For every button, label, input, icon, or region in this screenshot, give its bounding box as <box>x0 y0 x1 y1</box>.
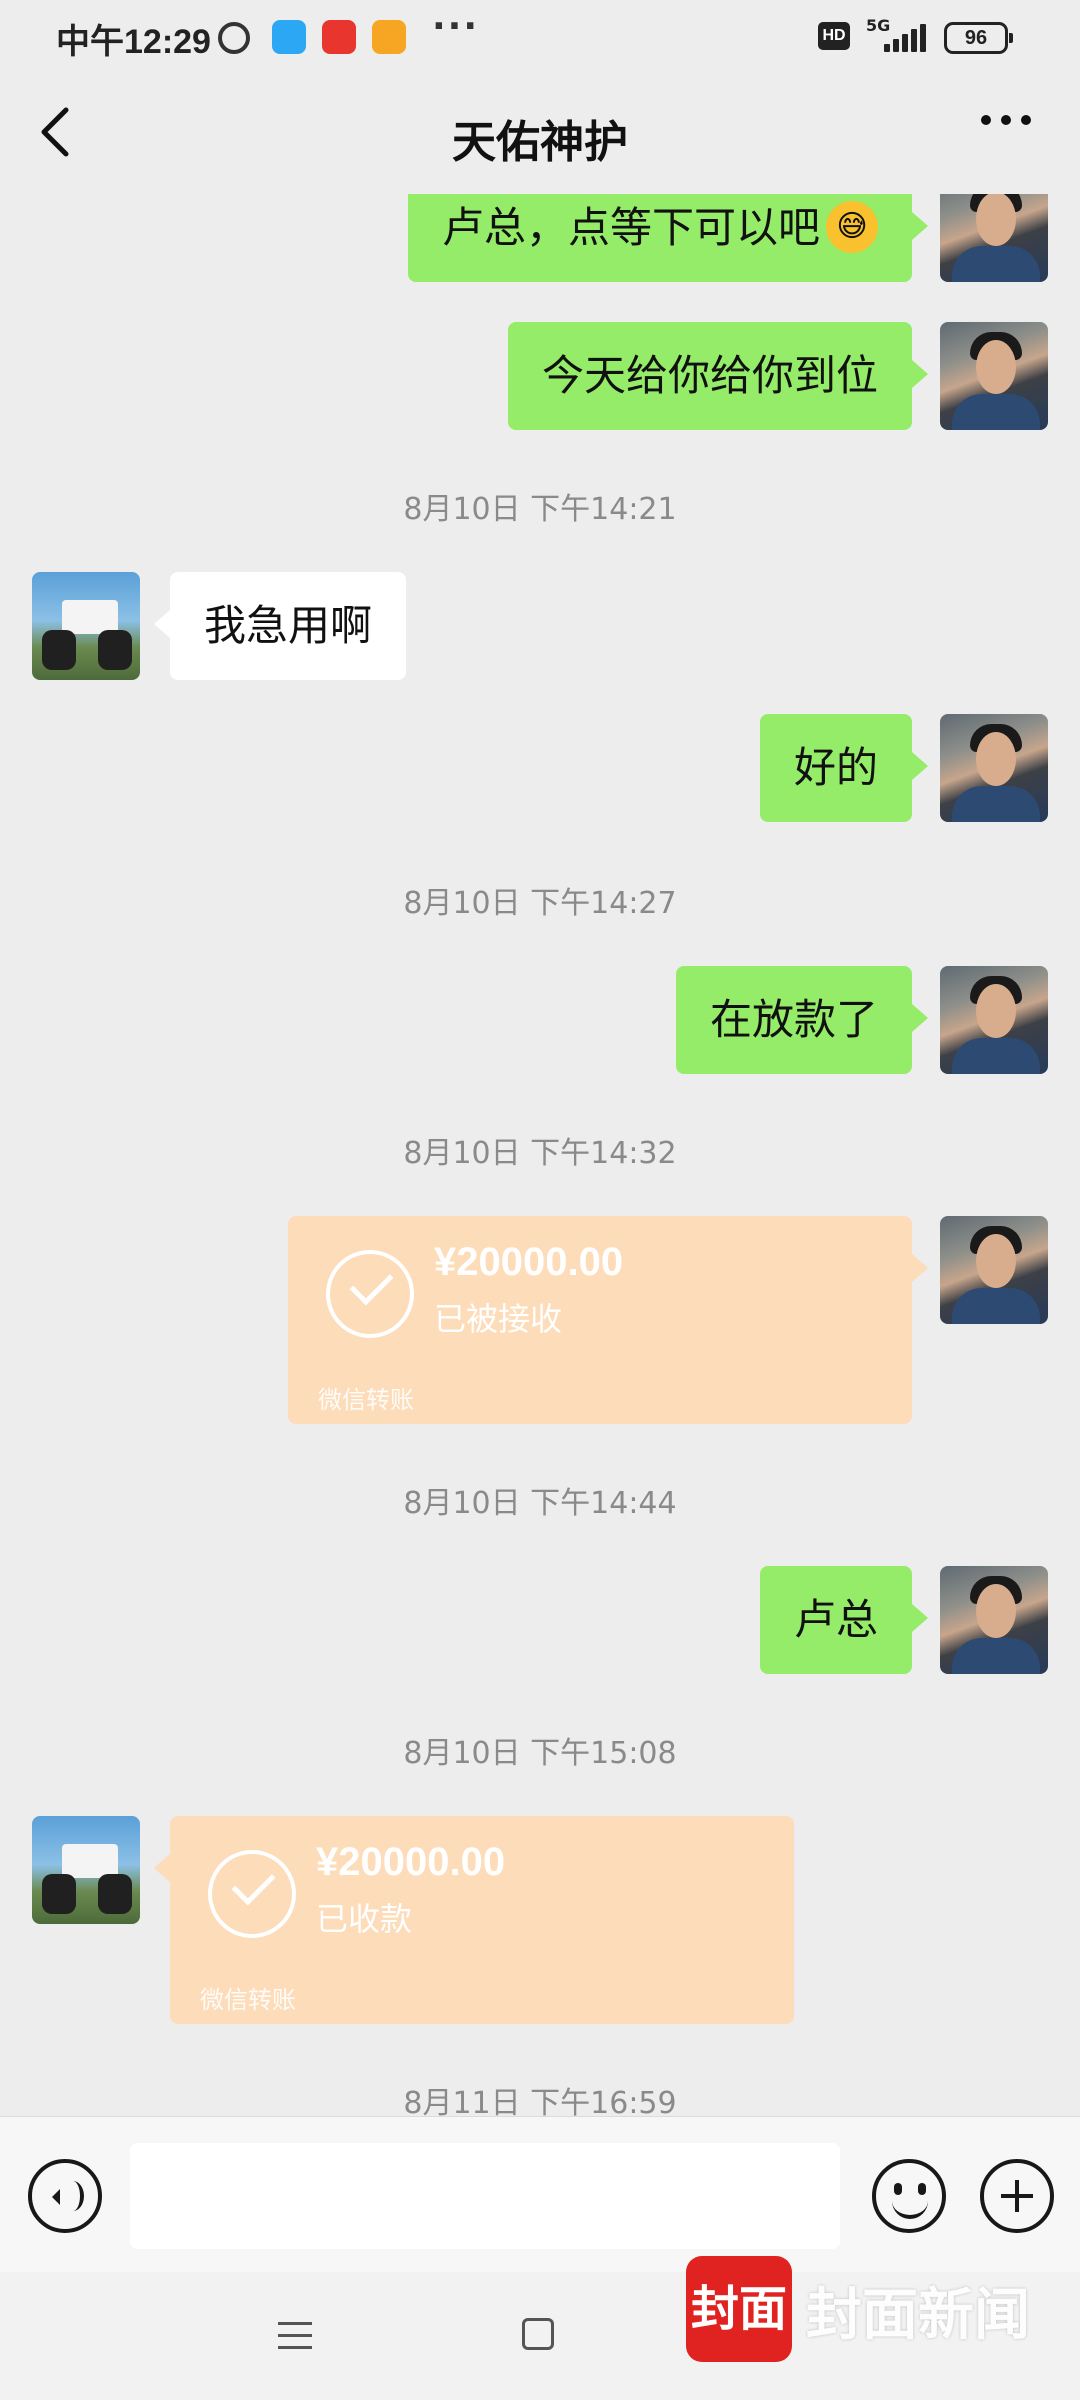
music-app-icon <box>322 20 356 54</box>
transfer-amount: ¥20000.00 <box>434 1240 624 1284</box>
timestamp: 8月10日 下午14:32 <box>403 1136 677 1171</box>
message-bubble[interactable]: 卢总 <box>759 1566 929 1674</box>
contact-avatar[interactable] <box>32 1816 140 1924</box>
transfer-card[interactable]: ¥20000.00 已被接收 微信转账 <box>288 1216 928 1424</box>
check-circle-icon <box>208 1850 296 1938</box>
more-dots-icon <box>981 115 1031 125</box>
app-notification-icon <box>272 20 306 54</box>
input-bar <box>0 2116 1080 2272</box>
chat-screen: 中午12:29 ··· HD 5G 96 天佑神护 卢总，点等下可以吧😅 今天 <box>0 0 1080 2400</box>
message-text: 卢总 <box>793 1595 878 1644</box>
my-avatar[interactable] <box>940 322 1048 430</box>
voice-icon[interactable] <box>28 2159 102 2233</box>
alarm-icon <box>218 22 250 54</box>
check-circle-icon <box>326 1250 414 1338</box>
message-list[interactable]: 卢总，点等下可以吧 😅 今天给你给你到位 8月10日 下午14:21 我急用啊 好… <box>0 194 1080 2116</box>
status-time: 中午12:29 <box>56 23 211 61</box>
message-bubble[interactable]: 我急用啊 <box>153 572 407 680</box>
transfer-amount: ¥20000.00 <box>316 1840 506 1884</box>
emoji-icon[interactable] <box>872 2159 946 2233</box>
transfer-status: 已被接收 <box>434 1300 563 1338</box>
message-text: 我急用啊 <box>204 601 373 650</box>
chat-header: 天佑神护 <box>0 76 1080 194</box>
message-text: 在放款了 <box>709 995 878 1044</box>
laughing-emoji-icon: 😅 <box>826 200 878 253</box>
timestamp: 8月11日 下午16:59 <box>403 2086 677 2116</box>
timestamp: 8月10日 下午14:21 <box>403 492 677 527</box>
menu-icon[interactable] <box>278 2322 312 2352</box>
timestamp: 8月10日 下午14:27 <box>403 886 677 921</box>
chat-title: 天佑神护 <box>452 117 628 168</box>
message-input[interactable] <box>130 2143 840 2249</box>
message-bubble[interactable]: 在放款了 <box>675 966 929 1074</box>
transfer-card[interactable]: ¥20000.00 已收款 微信转账 <box>154 1816 794 2024</box>
plus-icon[interactable] <box>980 2159 1054 2233</box>
hd-icon: HD <box>818 22 850 50</box>
watermark-text: 封面新闻 <box>806 2282 1030 2348</box>
status-more-icon: ··· <box>432 6 480 47</box>
my-avatar[interactable] <box>940 1216 1048 1324</box>
signal-icon <box>884 24 928 52</box>
status-bar: 中午12:29 ··· HD 5G 96 <box>0 0 1080 76</box>
watermark-logo: 封面 <box>686 2256 792 2362</box>
transfer-label: 微信转账 <box>200 1986 296 2014</box>
contact-avatar[interactable] <box>32 572 140 680</box>
message-app-icon <box>372 20 406 54</box>
transfer-label: 微信转账 <box>318 1386 414 1414</box>
message-bubble[interactable]: 卢总，点等下可以吧 😅 <box>407 194 929 282</box>
message-bubble[interactable]: 好的 <box>759 714 929 822</box>
transfer-status: 已收款 <box>316 1900 413 1938</box>
my-avatar[interactable] <box>940 194 1048 282</box>
home-icon[interactable] <box>522 2318 554 2350</box>
message-text: 今天给你给你到位 <box>541 351 878 400</box>
battery-icon: 96 <box>944 22 1013 54</box>
message-bubble[interactable]: 今天给你给你到位 <box>507 322 929 430</box>
more-options-button[interactable] <box>968 100 1044 160</box>
timestamp: 8月10日 下午14:44 <box>403 1486 677 1521</box>
my-avatar[interactable] <box>940 966 1048 1074</box>
message-text: 卢总，点等下可以吧 <box>441 203 820 252</box>
my-avatar[interactable] <box>940 714 1048 822</box>
timestamp: 8月10日 下午15:08 <box>403 1736 677 1771</box>
message-text: 好的 <box>793 743 878 792</box>
my-avatar[interactable] <box>940 1566 1048 1674</box>
